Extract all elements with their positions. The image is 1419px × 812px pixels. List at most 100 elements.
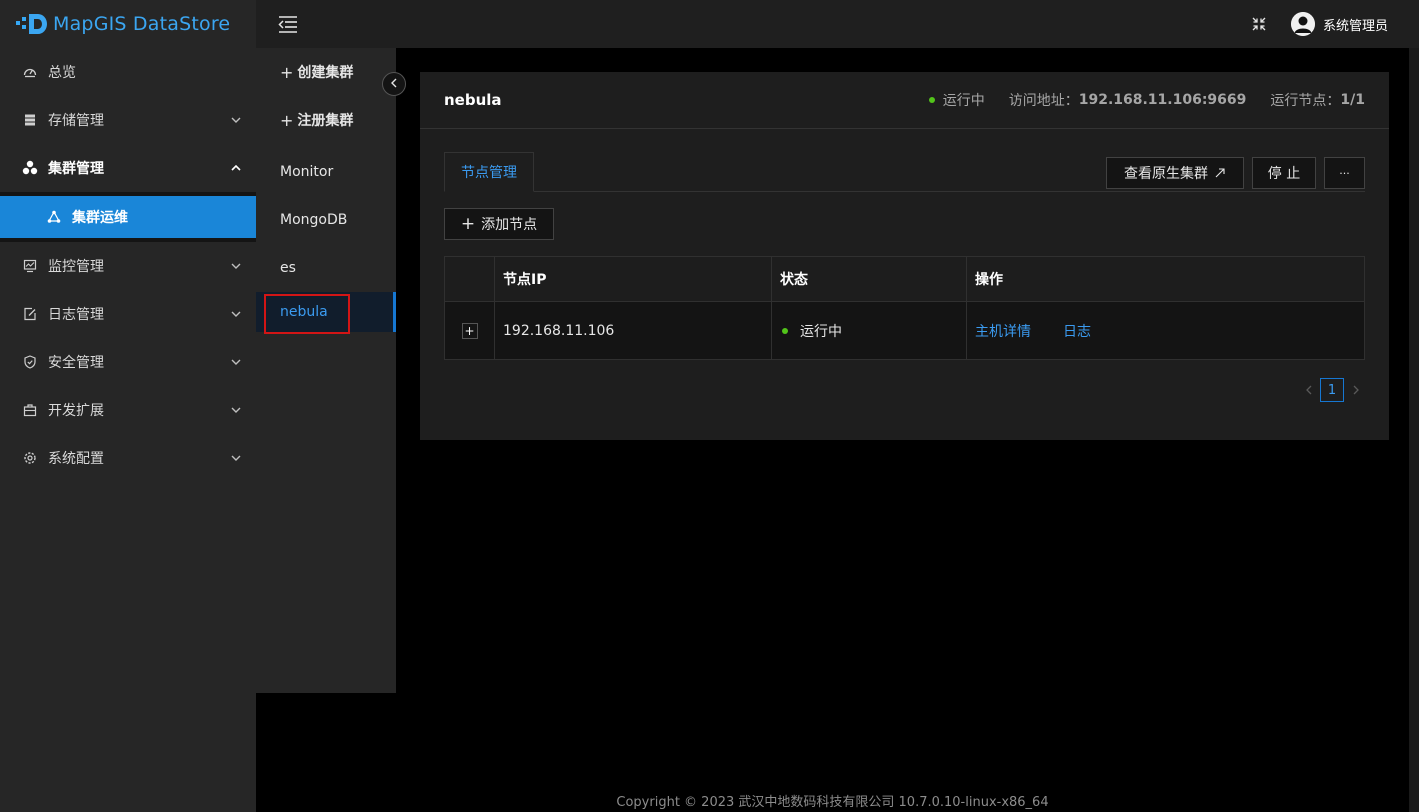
edit-document-icon xyxy=(22,306,38,322)
sidebar-item-label: 集群运维 xyxy=(72,210,128,226)
plus-icon: + xyxy=(460,214,476,234)
gear-icon xyxy=(22,450,38,466)
pagination: 1 xyxy=(1300,378,1364,402)
sidebar-item-overview[interactable]: 总览 xyxy=(0,48,256,96)
sidebar-item-cluster-ops[interactable]: 集群运维 xyxy=(0,196,256,238)
node-actions: 主机详情 日志 xyxy=(967,302,1364,359)
shield-icon xyxy=(22,354,38,370)
prev-page-icon[interactable] xyxy=(1300,382,1316,398)
cluster-status-text: 运行中 xyxy=(942,93,985,109)
node-status-text: 运行中 xyxy=(800,323,842,340)
next-page-icon[interactable] xyxy=(1348,382,1364,398)
cluster-item-mongodb[interactable]: MongoDB xyxy=(256,196,396,244)
selection-highlight-box xyxy=(264,294,350,334)
cluster-item-es[interactable]: es xyxy=(256,244,396,292)
plus-icon: + xyxy=(280,62,294,82)
logo-mark-icon xyxy=(16,13,50,35)
status-dot-icon xyxy=(928,97,935,103)
database-icon xyxy=(22,112,38,128)
sidebar-item-cluster[interactable]: 集群管理 xyxy=(0,144,256,192)
stop-label: 停 止 xyxy=(1267,166,1301,182)
expand-column-header xyxy=(445,257,495,301)
running-nodes: 运行节点： 1/1 xyxy=(1270,90,1365,110)
sidebar-item-label: 系统配置 xyxy=(48,451,104,467)
register-cluster-button[interactable]: + 注册集群 xyxy=(256,96,396,144)
scrollbar-track[interactable] xyxy=(1409,48,1419,812)
sidebar-item-dev-ext[interactable]: 开发扩展 xyxy=(0,386,256,434)
cluster-icon xyxy=(22,160,38,176)
sidebar-item-sys-config[interactable]: 系统配置 xyxy=(0,434,256,482)
log-link[interactable]: 日志 xyxy=(1063,321,1091,341)
menu-fold-icon[interactable] xyxy=(278,15,298,33)
access-address-label: 访问地址： xyxy=(1008,93,1079,109)
cluster-list-panel: + 创建集群 + 注册集群 Monitor MongoDB es nebula xyxy=(256,48,396,693)
sidebar-item-storage[interactable]: 存储管理 xyxy=(0,96,256,144)
create-cluster-button[interactable]: + 创建集群 xyxy=(256,48,396,96)
create-cluster-label: 创建集群 xyxy=(297,65,354,81)
access-address-value: 192.168.11.106:9669 xyxy=(1078,92,1247,108)
chevron-up-icon xyxy=(230,162,242,174)
cluster-status: 运行中 xyxy=(928,90,985,110)
cluster-item-nebula[interactable]: nebula xyxy=(256,292,396,334)
add-node-label: 添加节点 xyxy=(481,217,538,233)
cluster-item-label: MongoDB xyxy=(280,212,348,228)
toolbox-icon xyxy=(22,402,38,418)
monitor-chart-icon xyxy=(22,258,38,274)
cluster-submenu: 集群运维 xyxy=(0,192,256,242)
cluster-detail-card: nebula 运行中 访问地址： 192.168.11.106:9669 运行节… xyxy=(420,72,1389,440)
footer-copyright: Copyright © 2023 武汉中地数码科技有限公司 10.7.0.10-… xyxy=(616,795,1049,810)
access-address: 访问地址： 192.168.11.106:9669 xyxy=(1009,90,1247,110)
cluster-item-monitor[interactable]: Monitor xyxy=(256,148,396,196)
collapse-panel-button[interactable] xyxy=(382,72,406,96)
node-table: 节点IP 状态 操作 + 192.168.11.106 运行中 主机详情 日志 xyxy=(444,256,1365,360)
sidebar: MapGIS DataStore 总览 存储管理 集群管理 集群运维 监控管理 … xyxy=(0,0,256,812)
cluster-item-label: Monitor xyxy=(280,164,334,180)
host-detail-link[interactable]: 主机详情 xyxy=(975,321,1031,341)
sidebar-item-security[interactable]: 安全管理 xyxy=(0,338,256,386)
network-icon xyxy=(46,209,62,225)
page-number-current[interactable]: 1 xyxy=(1320,378,1344,402)
expand-cell: + xyxy=(445,302,495,359)
cluster-item-label: es xyxy=(280,260,296,276)
stop-button[interactable]: 停 止 xyxy=(1252,157,1316,189)
sidebar-item-label: 开发扩展 xyxy=(48,403,104,419)
running-nodes-label: 运行节点： xyxy=(1270,93,1341,109)
sidebar-item-label: 日志管理 xyxy=(48,307,104,323)
chevron-left-icon xyxy=(390,76,398,92)
sidebar-item-logs[interactable]: 日志管理 xyxy=(0,290,256,338)
column-header-status: 状态 xyxy=(772,257,967,301)
chevron-down-icon xyxy=(230,452,242,464)
sidebar-item-monitor[interactable]: 监控管理 xyxy=(0,242,256,290)
more-button[interactable]: ··· xyxy=(1324,157,1365,189)
tab-label: 节点管理 xyxy=(461,165,517,181)
avatar[interactable] xyxy=(1291,12,1315,36)
chevron-down-icon xyxy=(230,356,242,368)
table-header: 节点IP 状态 操作 xyxy=(444,256,1365,302)
card-header: nebula 运行中 访问地址： 192.168.11.106:9669 运行节… xyxy=(420,72,1389,129)
chevron-down-icon xyxy=(230,404,242,416)
plus-icon: + xyxy=(280,110,294,130)
register-cluster-label: 注册集群 xyxy=(297,113,354,129)
view-native-cluster-button[interactable]: 查看原生集群 xyxy=(1106,157,1244,189)
sidebar-item-label: 安全管理 xyxy=(48,355,104,371)
running-nodes-value: 1/1 xyxy=(1340,92,1365,108)
cluster-title: nebula xyxy=(444,91,502,109)
node-ip: 192.168.11.106 xyxy=(495,302,772,359)
column-header-actions: 操作 xyxy=(975,272,1003,288)
table-row: + 192.168.11.106 运行中 主机详情 日志 xyxy=(444,302,1365,360)
logo[interactable]: MapGIS DataStore xyxy=(0,0,256,48)
user-name[interactable]: 系统管理员 xyxy=(1323,15,1388,34)
tab-node-management[interactable]: 节点管理 xyxy=(444,152,534,192)
app-name: MapGIS DataStore xyxy=(53,13,231,35)
fullscreen-icon[interactable] xyxy=(1251,16,1267,32)
add-node-button[interactable]: + 添加节点 xyxy=(444,208,554,240)
expand-row-button[interactable]: + xyxy=(461,322,478,339)
status-dot-icon xyxy=(782,327,788,334)
sidebar-item-label: 存储管理 xyxy=(48,113,104,129)
column-header-ip: 节点IP xyxy=(495,257,772,301)
external-link-icon xyxy=(1214,167,1226,179)
view-native-label: 查看原生集群 xyxy=(1124,166,1208,182)
chevron-down-icon xyxy=(230,308,242,320)
sidebar-item-label: 监控管理 xyxy=(48,259,104,275)
node-status: 运行中 xyxy=(772,302,967,359)
